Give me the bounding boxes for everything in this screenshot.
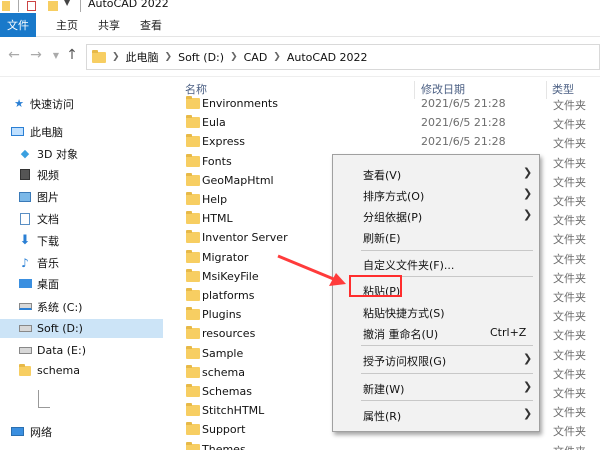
annotation-arrow	[277, 254, 346, 286]
arrow-line	[277, 254, 337, 282]
file-explorer-window: ▼ AutoCAD 2022 文件 主页 共享 查看 ← → ▼ ↑ ❯ 此电脑…	[0, 0, 600, 450]
